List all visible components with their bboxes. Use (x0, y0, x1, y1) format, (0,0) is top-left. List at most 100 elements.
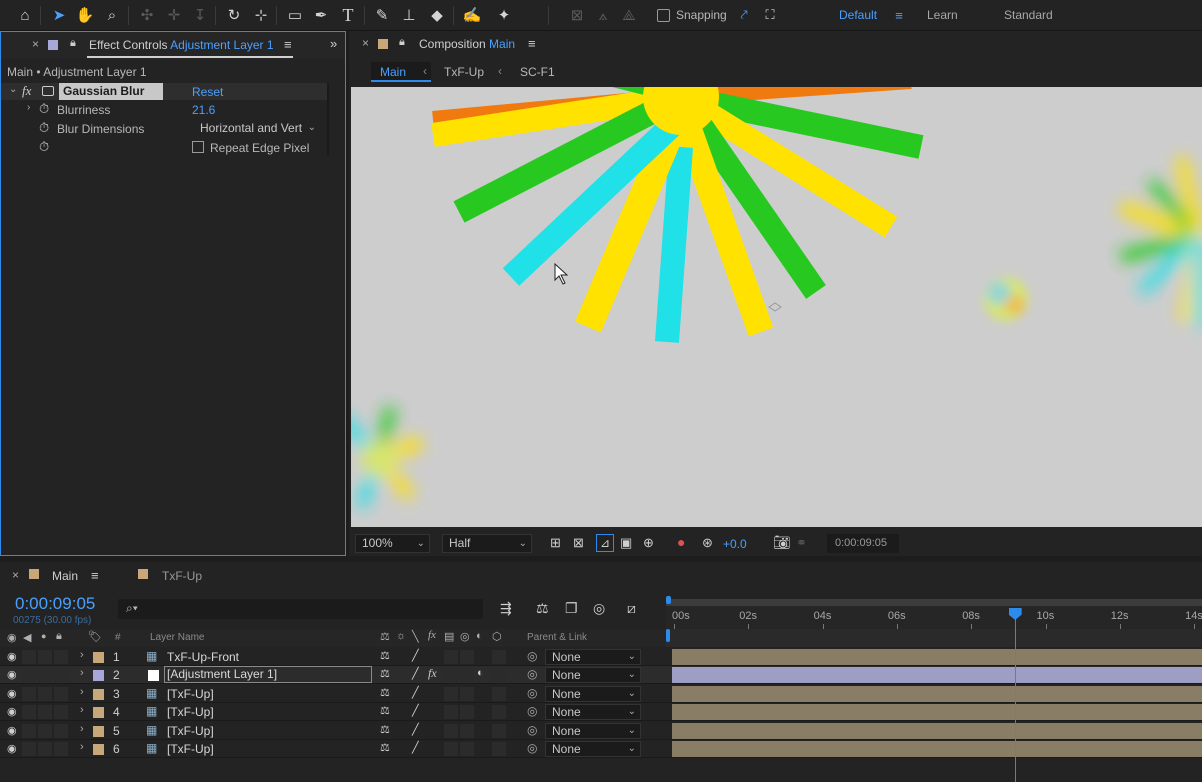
parent-dropdown[interactable]: None ⌄ (545, 667, 641, 684)
playhead[interactable] (1008, 608, 1022, 782)
hand-tool-icon[interactable]: ✋ (74, 4, 96, 26)
layer-label-color[interactable] (93, 744, 104, 755)
layer-name[interactable]: TxF-Up-Front (167, 650, 239, 664)
lock-switch[interactable] (54, 668, 68, 683)
snap-edges-icon[interactable]: ⤤ (733, 4, 755, 26)
expand-layer-chevron-icon[interactable]: › (80, 667, 84, 679)
quality-switch-icon[interactable]: ╱ (412, 704, 419, 717)
audio-switch[interactable] (22, 723, 36, 738)
quality-switch-icon[interactable]: ╱ (412, 723, 419, 736)
audio-switch[interactable] (22, 742, 36, 756)
3d-layer-switch[interactable] (492, 705, 506, 720)
shy-switch-icon[interactable]: ⚖ (380, 704, 390, 717)
blurriness-value[interactable]: 21.6 (192, 103, 215, 117)
selection-tool-icon[interactable]: ➤ (48, 4, 70, 26)
layer-name[interactable]: [TxF-Up] (167, 742, 214, 756)
expand-panels-icon[interactable]: » (330, 36, 337, 51)
layer-row[interactable]: ◉ › 5 ▦ [TxF-Up] ⚖ ╱ ◎ None ⌄ (0, 721, 1202, 740)
lock-switch[interactable] (54, 742, 68, 756)
work-area-bar[interactable] (666, 599, 1202, 606)
audio-switch[interactable] (22, 668, 36, 683)
workspace-default[interactable]: Default (839, 8, 877, 22)
expand-layer-chevron-icon[interactable]: › (80, 704, 84, 716)
motion-blur-switch[interactable] (460, 705, 474, 720)
snapping-checkbox[interactable] (657, 9, 670, 22)
show-channel-icon[interactable]: ● (677, 534, 685, 550)
effect-preset-icon[interactable] (42, 86, 54, 96)
layer-row[interactable]: ◉ › 2 [Adjustment Layer 1] ⚖ ╱ fx ◐ ◎ None ⌄ (0, 666, 1202, 685)
stopwatch-icon[interactable]: ⏱ (39, 101, 49, 117)
expand-layer-chevron-icon[interactable]: › (80, 649, 84, 661)
expand-layer-chevron-icon[interactable]: › (80, 723, 84, 735)
frame-blend-switch[interactable] (444, 723, 458, 738)
roto-brush-tool-icon[interactable]: ✍ (461, 4, 483, 26)
layer-row[interactable]: ◉ › 3 ▦ [TxF-Up] ⚖ ╱ ◎ None ⌄ (0, 684, 1202, 703)
layer-name[interactable]: [TxF-Up] (167, 687, 214, 701)
parent-dropdown[interactable]: None ⌄ (545, 741, 641, 757)
visibility-eye-icon[interactable]: ◉ (7, 650, 17, 663)
pan-camera-icon[interactable]: ✛ (163, 4, 185, 26)
panel-menu-icon[interactable]: ≡ (528, 36, 536, 51)
solo-switch[interactable] (38, 686, 52, 701)
align-icon[interactable]: ⊠ (566, 4, 588, 26)
pick-whip-icon[interactable]: ◎ (527, 704, 537, 718)
hide-shy-layers-icon[interactable]: ⚖ (536, 600, 549, 617)
work-area-start-handle[interactable] (666, 596, 671, 604)
effect-controls-tab[interactable]: Effect Controls Adjustment Layer 1 (89, 38, 274, 52)
visibility-eye-icon[interactable]: ◉ (7, 724, 17, 737)
layer-row[interactable]: ◉ › 1 ▦ TxF-Up-Front ⚖ ╱ ◎ None ⌄ (0, 648, 1202, 666)
lock-icon[interactable]: 🔒︎ (399, 36, 405, 49)
frame-blending-icon[interactable]: ❐ (565, 600, 578, 617)
audio-switch[interactable] (22, 650, 36, 664)
shy-switch-icon[interactable]: ⚖ (380, 649, 390, 662)
layer-duration-bar[interactable] (672, 704, 1202, 721)
local-axis-icon[interactable]: ⟑ (592, 4, 614, 26)
current-time-display[interactable]: 0:00:09:05 (15, 594, 95, 614)
lock-switch[interactable] (54, 723, 68, 738)
rectangle-tool-icon[interactable]: ▭ (284, 4, 306, 26)
expand-chevron-icon[interactable]: › (27, 102, 30, 113)
layer-name[interactable]: [TxF-Up] (167, 705, 214, 719)
puppet-pin-tool-icon[interactable]: ✦ (493, 4, 515, 26)
layer-label-color[interactable] (93, 725, 104, 737)
frame-blend-switch[interactable] (444, 650, 458, 664)
shy-switch-icon[interactable]: ⚖ (380, 686, 390, 699)
solo-switch[interactable] (38, 705, 52, 720)
frame-blend-switch[interactable] (444, 686, 458, 701)
time-ruler[interactable]: 00s 02s 04s 06s 08s 10s 12s 14s (666, 596, 1202, 629)
grid-guide-icon[interactable]: ⊕ (643, 535, 654, 551)
shy-switch-icon[interactable]: ⚖ (380, 667, 390, 680)
lock-switch[interactable] (54, 650, 68, 664)
fast-previews-icon[interactable]: ⊞ (550, 535, 561, 551)
solo-switch[interactable] (38, 723, 52, 738)
solo-switch[interactable] (38, 650, 52, 664)
mask-path-visibility-icon[interactable]: ⊿ (596, 534, 614, 552)
3d-layer-switch[interactable] (492, 723, 506, 738)
in-point-marker[interactable] (666, 629, 670, 642)
3d-layer-switch[interactable] (492, 742, 506, 756)
layer-label-color[interactable] (93, 652, 104, 663)
expand-layer-chevron-icon[interactable]: › (80, 686, 84, 698)
world-axis-icon[interactable]: ⟁ (618, 4, 640, 26)
layer-duration-bar[interactable] (672, 667, 1202, 684)
orbit-camera-icon[interactable]: ✣ (136, 4, 158, 26)
frame-blend-switch[interactable] (444, 705, 458, 720)
stopwatch-icon[interactable]: ⏱ (39, 139, 49, 155)
shy-switch-icon[interactable]: ⚖ (380, 723, 390, 736)
comp-breadcrumb-txf-up[interactable]: TxF-Up (444, 65, 484, 79)
layer-name[interactable]: [Adjustment Layer 1] (164, 666, 372, 684)
composition-tab[interactable]: Composition Main (419, 37, 515, 51)
3d-layer-switch[interactable] (492, 650, 506, 664)
adjustment-layer-switch-icon[interactable]: ◐ (477, 667, 484, 679)
panel-menu-icon[interactable]: ≡ (91, 568, 99, 583)
workspace-menu-icon[interactable]: ≡ (888, 4, 910, 26)
home-icon[interactable]: ⌂ (14, 4, 36, 26)
motion-blur-icon[interactable]: ◎ (593, 600, 605, 617)
parent-dropdown[interactable]: None ⌄ (545, 722, 641, 739)
shy-switch-icon[interactable]: ⚖ (380, 741, 390, 754)
snap-features-icon[interactable]: ⛶ (759, 4, 781, 26)
collapse-chevron-icon[interactable]: ⌄ (9, 84, 17, 95)
parent-dropdown[interactable]: None ⌄ (545, 685, 641, 702)
layer-duration-bar[interactable] (672, 722, 1202, 739)
motion-blur-switch[interactable] (460, 650, 474, 664)
